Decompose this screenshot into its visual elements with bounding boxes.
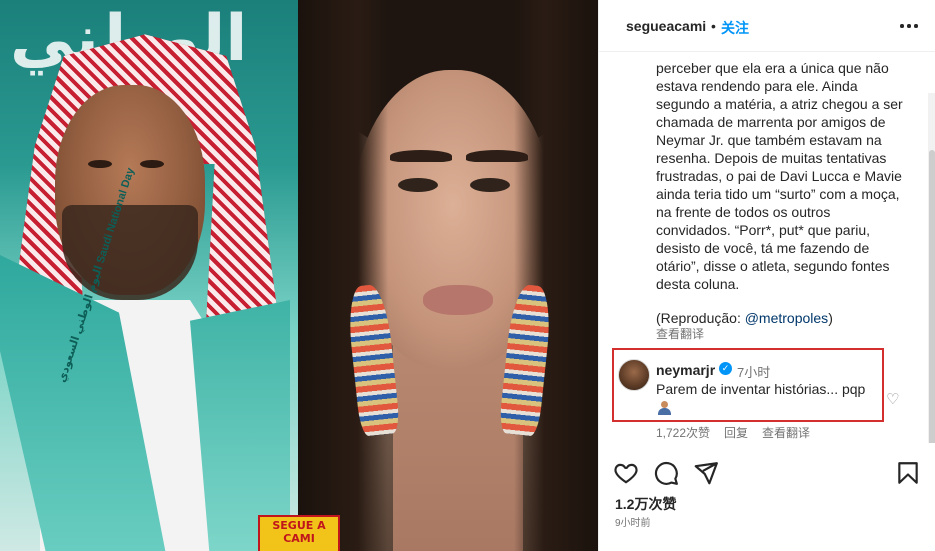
comment-translate-link[interactable]: 查看翻译	[762, 424, 810, 441]
comment-meta: 1,722次赞 回复 查看翻译	[656, 424, 810, 441]
post-likes[interactable]: 1.2万次赞	[615, 494, 676, 514]
comment-username[interactable]: neymarjr	[656, 362, 715, 378]
caption-source: (Reprodução: @metropoles)	[656, 310, 833, 326]
action-bar	[599, 452, 935, 492]
comment-avatar[interactable]	[618, 359, 650, 391]
post-sidebar: segueacami • 关注 perceber que ela era a ú…	[598, 0, 935, 551]
mention-link[interactable]: @metropoles	[745, 310, 828, 326]
more-icon[interactable]	[899, 14, 919, 38]
post-time[interactable]: 9小时前	[615, 514, 651, 529]
follow-button[interactable]: 关注	[721, 18, 749, 38]
comment-text: Parem de inventar histórias... pqp	[656, 381, 866, 397]
comment-time[interactable]: 7小时	[737, 362, 770, 381]
verified-icon: ✓	[719, 362, 732, 375]
comment-reply-button[interactable]: 回复	[724, 424, 748, 441]
share-icon[interactable]	[693, 460, 719, 486]
segue-a-cami-logo: SEGUE A CAMI	[258, 515, 340, 551]
heart-icon[interactable]	[613, 460, 639, 486]
header-separator: •	[711, 18, 716, 34]
beard	[62, 205, 198, 300]
bookmark-icon[interactable]	[895, 460, 921, 486]
post-media[interactable]: الوطني اليوم الوطني السعودي Saudi Nation…	[0, 0, 598, 551]
comment-likes[interactable]: 1,722次赞	[656, 424, 710, 441]
photo-left: الوطني اليوم الوطني السعودي Saudi Nation…	[0, 0, 298, 551]
lips	[423, 285, 493, 315]
header-username[interactable]: segueacami	[626, 18, 706, 34]
photo-right	[298, 0, 598, 551]
source-suffix: )	[828, 310, 833, 326]
man-left-eye	[88, 160, 112, 168]
comment-heart-icon[interactable]: ♡	[886, 390, 899, 408]
man-right-eye	[140, 160, 164, 168]
left-eye	[398, 178, 438, 192]
left-eyebrow	[390, 150, 452, 162]
comment-icon[interactable]	[653, 460, 679, 486]
scrollbar-thumb[interactable]	[929, 150, 935, 443]
post-header: segueacami • 关注	[599, 0, 935, 52]
comments-area[interactable]: perceber que ela era a única que não est…	[599, 53, 935, 443]
person-emoji-icon	[657, 401, 671, 415]
right-eye	[470, 178, 510, 192]
source-prefix: (Reprodução:	[656, 310, 745, 326]
hair-sides	[298, 0, 598, 551]
caption-translate-link[interactable]: 查看翻译	[656, 325, 704, 342]
caption-text: perceber que ela era a única que não est…	[656, 60, 903, 292]
right-eyebrow	[466, 150, 528, 162]
